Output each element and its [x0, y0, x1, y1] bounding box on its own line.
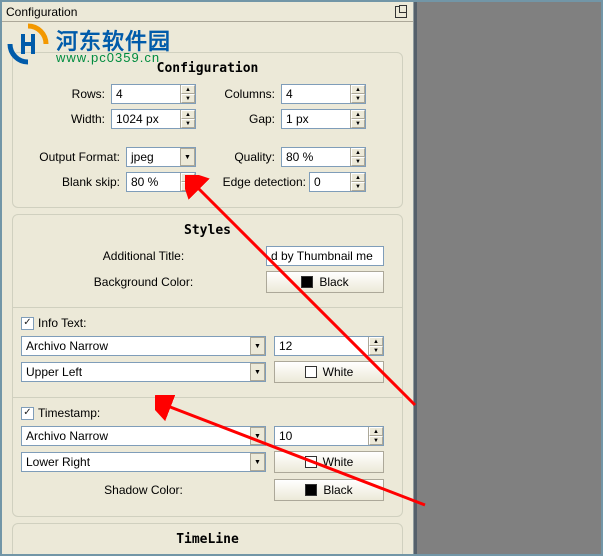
panel-header: Configuration [2, 2, 413, 22]
gap-input[interactable]: 1 px▲▼ [281, 109, 366, 129]
columns-input[interactable]: 4▲▼ [281, 84, 366, 104]
bg-color-button[interactable]: Black [266, 271, 384, 293]
timeline-title: TimeLine [21, 532, 394, 547]
rows-input[interactable]: 4▲▼ [111, 84, 196, 104]
rows-label: Rows: [21, 87, 111, 101]
output-format-label: Output Format: [21, 150, 126, 164]
spinner-icon: ▲▼ [350, 148, 365, 166]
spinner-icon: ▲▼ [368, 337, 383, 355]
site-logo-icon [6, 22, 50, 66]
quality-input[interactable]: 80 %▲▼ [281, 147, 366, 167]
ts-position-select[interactable]: Lower Right▼ [21, 452, 266, 472]
chevron-down-icon: ▼ [250, 337, 265, 355]
spinner-icon: ▲▼ [180, 110, 195, 128]
canvas-area [414, 2, 601, 554]
dock-icon[interactable] [395, 6, 407, 18]
blank-skip-label: Blank skip: [21, 175, 126, 189]
timeline-group: TimeLine [12, 523, 403, 554]
gap-label: Gap: [196, 112, 281, 126]
bg-color-label: Background Color: [21, 275, 266, 289]
panel-title: Configuration [6, 5, 395, 19]
shadow-color-button[interactable]: Black [274, 479, 384, 501]
info-position-select[interactable]: Upper Left▼ [21, 362, 266, 382]
info-text-checkbox[interactable]: ✓ [21, 317, 34, 330]
info-size-input[interactable]: 12▲▼ [274, 336, 384, 356]
info-font-select[interactable]: Archivo Narrow▼ [21, 336, 266, 356]
configuration-group: Configuration Rows: 4▲▼ Columns: 4▲▼ Wid… [12, 52, 403, 208]
styles-title: Styles [21, 223, 394, 238]
ts-color-button[interactable]: White [274, 451, 384, 473]
shadow-color-label: Shadow Color: [21, 483, 266, 497]
output-format-select[interactable]: jpeg▼ [126, 147, 196, 167]
spinner-icon: ▲▼ [180, 173, 195, 191]
timestamp-label: Timestamp: [38, 406, 100, 420]
watermark-url: www.pc0359.cn [56, 50, 160, 65]
spinner-icon: ▲▼ [368, 427, 383, 445]
columns-label: Columns: [196, 87, 281, 101]
width-label: Width: [21, 112, 111, 126]
blank-skip-input[interactable]: 80 %▲▼ [126, 172, 196, 192]
styles-group: Styles Additional Title: d by Thumbnail … [12, 214, 403, 517]
spinner-icon: ▲▼ [350, 173, 365, 191]
info-color-button[interactable]: White [274, 361, 384, 383]
spinner-icon: ▲▼ [350, 85, 365, 103]
chevron-down-icon: ▼ [180, 148, 195, 166]
ts-size-input[interactable]: 10▲▼ [274, 426, 384, 446]
spinner-icon: ▲▼ [350, 110, 365, 128]
quality-label: Quality: [196, 150, 281, 164]
width-input[interactable]: 1024 px▲▼ [111, 109, 196, 129]
additional-title-input[interactable]: d by Thumbnail me [266, 246, 384, 266]
additional-title-label: Additional Title: [21, 249, 266, 263]
spinner-icon: ▲▼ [180, 85, 195, 103]
ts-font-select[interactable]: Archivo Narrow▼ [21, 426, 266, 446]
edge-detection-input[interactable]: 0▲▼ [309, 172, 366, 192]
chevron-down-icon: ▼ [250, 453, 265, 471]
timestamp-checkbox[interactable]: ✓ [21, 407, 34, 420]
chevron-down-icon: ▼ [250, 427, 265, 445]
edge-detection-label: Edge detection: [196, 175, 309, 189]
info-text-label: Info Text: [38, 316, 86, 330]
chevron-down-icon: ▼ [250, 363, 265, 381]
